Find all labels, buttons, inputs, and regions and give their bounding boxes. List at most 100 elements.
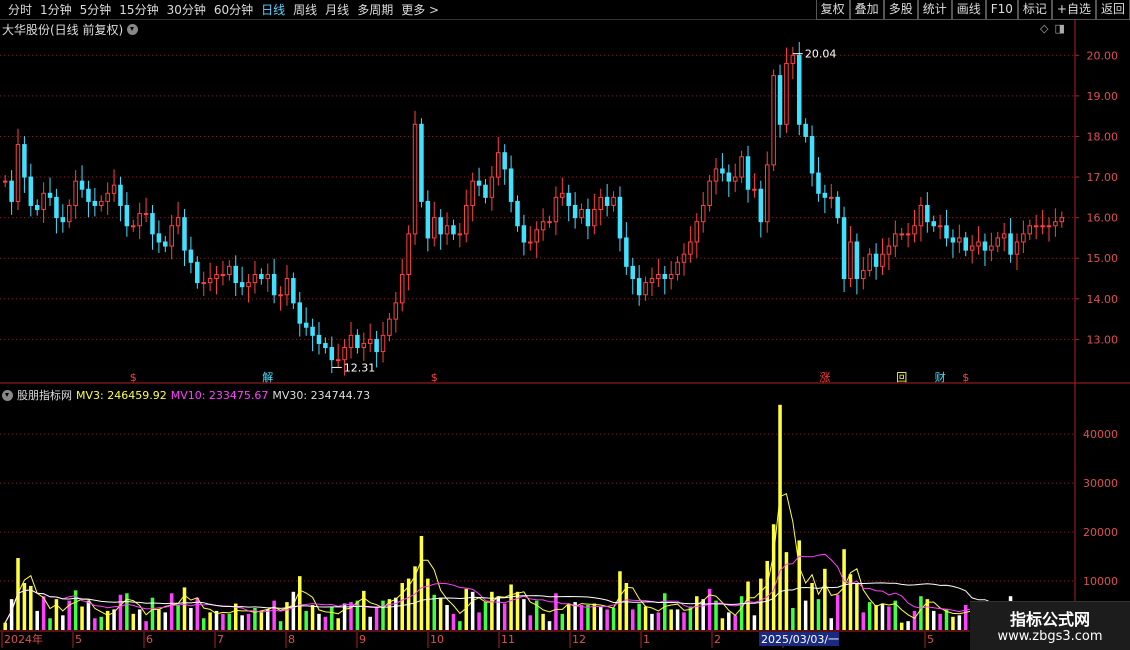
volume-bar [797, 540, 802, 630]
dropdown-icon[interactable] [127, 24, 139, 35]
candle-body [617, 196, 623, 239]
candle-body [918, 204, 924, 227]
candle-body [809, 135, 815, 174]
volume-bar [458, 621, 462, 630]
volume-bar [157, 609, 161, 630]
period-tab-3[interactable]: 15分钟 [115, 2, 162, 18]
event-marker: 财 [935, 370, 946, 384]
candle-body [880, 253, 885, 267]
period-tab-9[interactable]: 多周期 [353, 2, 397, 18]
candle-body [47, 192, 53, 198]
tool-button-1[interactable]: 叠加 [849, 0, 884, 20]
period-tab-2[interactable]: 5分钟 [76, 2, 116, 18]
period-tab-8[interactable]: 月线 [321, 2, 353, 18]
candle-body [937, 225, 943, 228]
tool-button-5[interactable]: F10 [985, 0, 1018, 20]
volume-bar [618, 571, 622, 630]
volume-bar [208, 612, 212, 630]
candle-body [259, 273, 264, 280]
period-tab-7[interactable]: 周线 [289, 2, 321, 18]
candle-body [361, 342, 367, 349]
candle-body [195, 261, 200, 284]
tool-button-2[interactable]: 多股 [883, 0, 918, 20]
candle-body [265, 273, 271, 280]
candle-body [912, 225, 917, 235]
candle-body [329, 347, 335, 361]
event-marker: $ [431, 371, 438, 384]
date-label: 6 [146, 633, 153, 646]
candle-body [118, 184, 123, 206]
tool-button-3[interactable]: 统计 [917, 0, 952, 20]
candle-body [841, 217, 847, 280]
candle-body [444, 225, 450, 235]
candle-body [342, 347, 347, 361]
high-label: 20.04 [805, 48, 837, 61]
tool-button-4[interactable]: 画线 [951, 0, 986, 20]
volume-bar [246, 613, 251, 630]
volume-bar [663, 593, 667, 630]
candle-body [489, 176, 495, 198]
period-tabs: 分时 1分钟 5分钟 15分钟 30分钟 60分钟 日线 周线 月线 多周期 更多 > [4, 2, 443, 18]
volume-bar [387, 599, 392, 630]
date-label: 10 [430, 633, 444, 646]
tool-button-6[interactable]: 标记 [1017, 0, 1052, 20]
period-tab-0[interactable]: 分时 [4, 2, 36, 18]
date-label: 9 [359, 633, 366, 646]
candle-body [777, 75, 783, 125]
candle-body [873, 253, 879, 267]
date-cursor-label: 2025/03/03/一 [761, 633, 839, 646]
volume-bar [522, 599, 526, 630]
candle-body [540, 221, 546, 231]
volume-bar [867, 602, 872, 630]
candle-body [643, 282, 648, 296]
volume-bar [906, 621, 910, 630]
volume-bar [298, 576, 302, 630]
panel-toggle-icon[interactable]: ◨ [1054, 22, 1064, 35]
candle-body [220, 273, 226, 276]
volume-bar [835, 594, 840, 630]
volume-bar [125, 593, 129, 630]
candle-body [15, 144, 21, 202]
diamond-icon[interactable]: ◇ [1040, 22, 1048, 35]
mv10-line [4, 553, 1062, 623]
volume-bar [893, 600, 898, 630]
stock-chart-window: 分时 1分钟 5分钟 15分钟 30分钟 60分钟 日线 周线 月线 多周期 更多 > 复权 叠加 多股… [0, 0, 1130, 650]
candle-body [496, 152, 501, 178]
candle-body [604, 196, 610, 206]
volume-bar [707, 588, 712, 630]
candle-body [2, 180, 8, 183]
candle-body [182, 217, 187, 251]
volume-bar [554, 593, 558, 630]
volume-bar [9, 599, 14, 630]
candle-body [528, 241, 533, 244]
volume-bar [566, 603, 571, 630]
volume-bar [541, 613, 545, 630]
period-tab-1[interactable]: 1分钟 [36, 2, 76, 18]
tool-button-7[interactable]: +自选 [1051, 0, 1096, 20]
period-tab-6[interactable]: 日线 [257, 2, 289, 18]
period-tab-10[interactable]: 更多 > [397, 2, 443, 18]
candle-body [713, 168, 719, 182]
tool-buttons: 复权 叠加 多股 统计 画线 F10 标记 +自选 返回 [815, 0, 1130, 20]
candle-body [886, 245, 892, 255]
candle-body [169, 225, 174, 247]
volume-bar [310, 605, 315, 630]
candle-body [585, 209, 591, 227]
candle-body [553, 196, 559, 223]
candle-body [515, 200, 520, 227]
tool-button-0[interactable]: 复权 [815, 0, 850, 20]
period-tab-4[interactable]: 30分钟 [163, 2, 210, 18]
candle-body [316, 334, 322, 344]
candle-body [393, 302, 399, 320]
volume-bar [791, 607, 795, 630]
volume-bar [470, 591, 475, 630]
tool-button-8[interactable]: 返回 [1095, 0, 1130, 20]
volume-bar [720, 618, 725, 630]
price-axis-label: 14.00 [1087, 293, 1119, 306]
volume-bar [272, 600, 276, 630]
volume-bar [419, 536, 424, 630]
candle-body [98, 200, 104, 206]
watermark: 指标公式网 www.zbgs3.com [970, 601, 1130, 650]
indicator-menu-icon[interactable] [2, 389, 13, 401]
period-tab-5[interactable]: 60分钟 [210, 2, 257, 18]
